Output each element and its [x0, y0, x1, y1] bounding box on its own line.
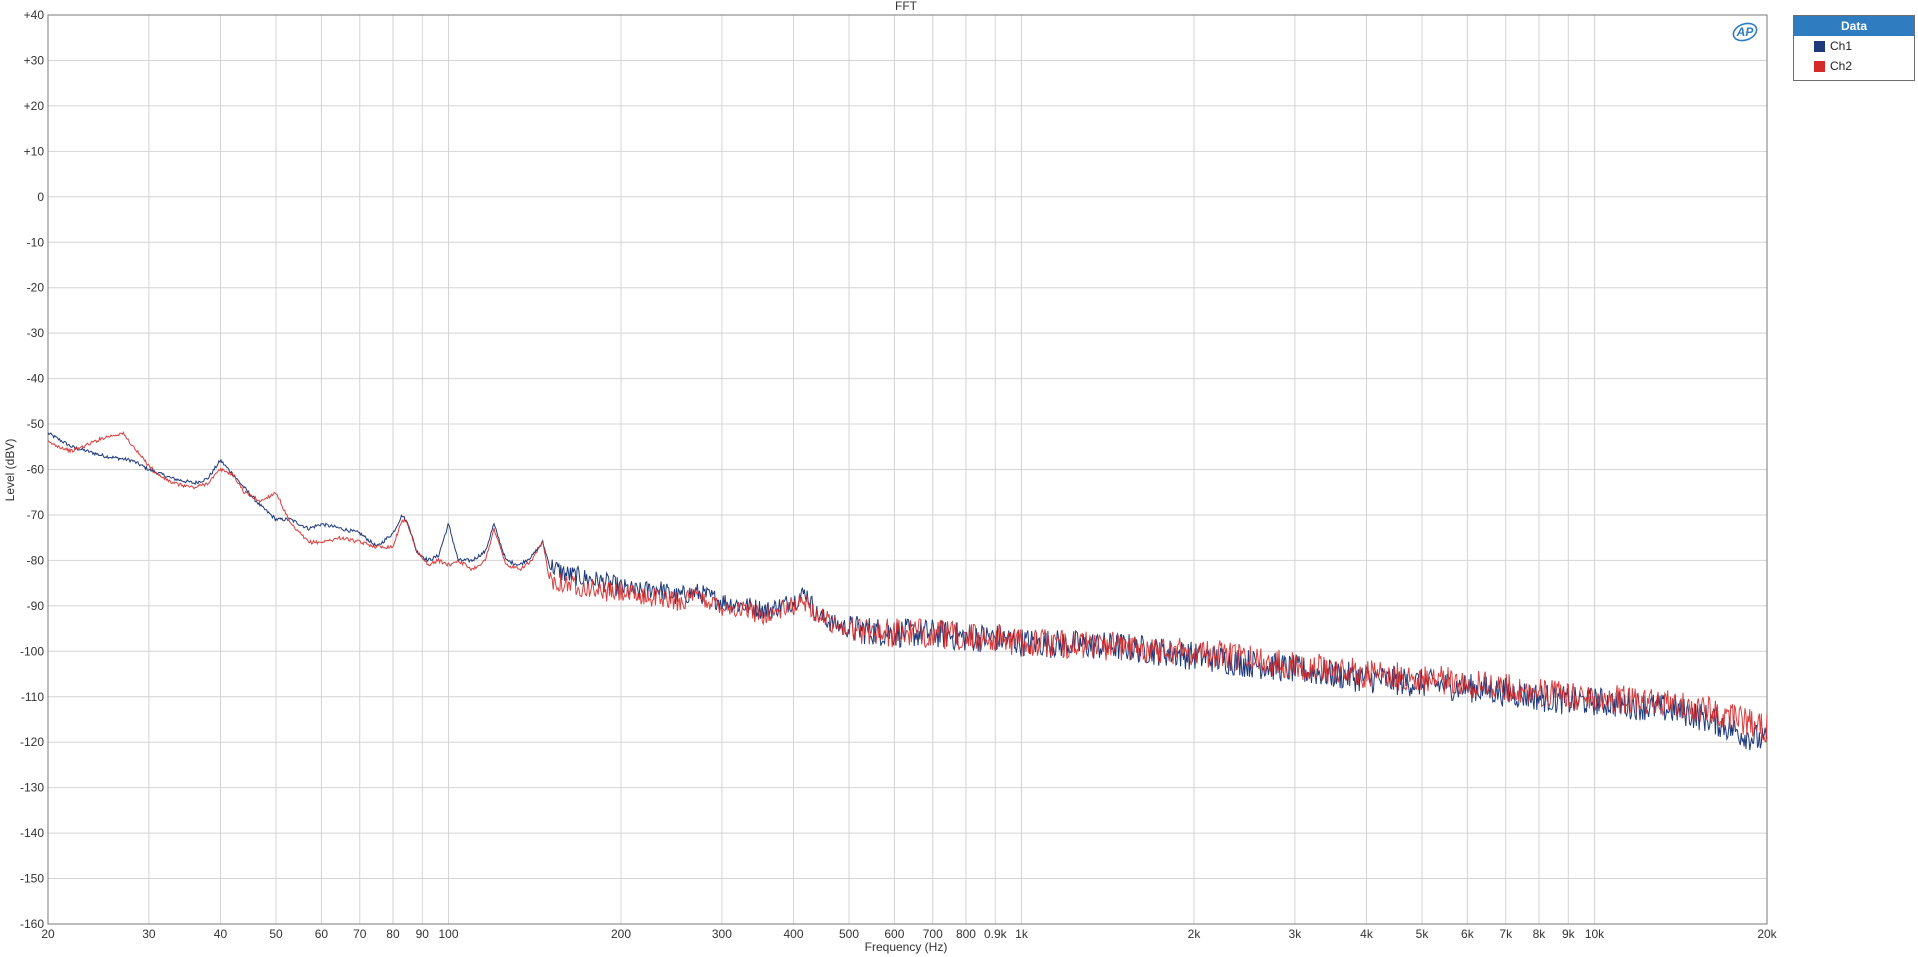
- y-tick-label: -80: [27, 553, 45, 567]
- y-tick-label: -120: [20, 735, 44, 749]
- x-tick-label: 1k: [1015, 927, 1029, 941]
- legend-swatch-ch1: [1814, 40, 1825, 52]
- legend-label-ch2: Ch2: [1830, 59, 1853, 73]
- x-tick-label: 300: [712, 927, 732, 941]
- y-tick-label: -20: [27, 281, 45, 295]
- x-tick-label: 800: [956, 927, 976, 941]
- x-tick-label: 600: [884, 927, 904, 941]
- series-layer: [47, 431, 1768, 751]
- y-tick-label: -30: [27, 326, 45, 340]
- series-line-ch1: [47, 432, 1768, 751]
- ap-logo: AP: [1732, 22, 1758, 42]
- x-axis-ticks: 20 30 40 50 60 70 80 90 100 200 300 400 500 600 700 800…: [41, 927, 1777, 941]
- x-tick-label: 90: [416, 927, 430, 941]
- y-tick-label: -110: [21, 690, 44, 704]
- legend-title: Data: [1794, 16, 1914, 36]
- legend-item-ch2[interactable]: Ch2: [1794, 56, 1914, 76]
- x-tick-label: 6k: [1461, 927, 1475, 941]
- fft-chart: FFT 20 30 40 50 60 70 80 90 100 200 300 400 500 600 70…: [3, 0, 1778, 954]
- y-tick-label: -70: [27, 508, 45, 522]
- x-tick-label: 70: [353, 927, 367, 941]
- y-tick-label: +30: [24, 53, 45, 67]
- legend: Data Ch1 Ch2: [1793, 15, 1915, 81]
- y-tick-label: -40: [27, 372, 45, 386]
- x-tick-label: 4k: [1360, 927, 1374, 941]
- y-tick-label: 0: [37, 190, 44, 204]
- y-tick-label: -150: [20, 872, 44, 886]
- ap-logo-text: AP: [1736, 25, 1755, 39]
- x-axis-title: Frequency (Hz): [865, 940, 948, 954]
- x-tick-label: 40: [214, 927, 228, 941]
- x-tick-label: 30: [142, 927, 156, 941]
- y-tick-label: -140: [20, 826, 44, 840]
- y-tick-label: -160: [20, 917, 44, 931]
- x-tick-label: 10k: [1585, 927, 1605, 941]
- legend-item-ch1[interactable]: Ch1: [1794, 36, 1914, 56]
- x-tick-label: 8k: [1533, 927, 1547, 941]
- x-tick-label: 9k: [1562, 927, 1576, 941]
- y-axis-title: Level (dBV): [3, 439, 17, 502]
- x-tick-label: 20k: [1757, 927, 1777, 941]
- x-tick-label: 500: [839, 927, 859, 941]
- y-tick-label: +10: [24, 144, 45, 158]
- x-tick-label: 5k: [1416, 927, 1430, 941]
- x-tick-label: 50: [269, 927, 283, 941]
- y-tick-label: -90: [27, 599, 45, 613]
- y-axis-ticks: +40 +30 +20 +10 0 -10 -20 -30 -40 -50 -60 -70 -80 -90…: [20, 8, 44, 931]
- y-tick-label: -50: [27, 417, 45, 431]
- legend-swatch-ch2: [1814, 60, 1825, 72]
- x-tick-label: 7k: [1499, 927, 1513, 941]
- y-tick-label: -130: [20, 781, 44, 795]
- y-tick-label: +40: [24, 8, 45, 22]
- x-tick-label: 2k: [1188, 927, 1202, 941]
- legend-label-ch1: Ch1: [1830, 39, 1853, 53]
- x-tick-label: 400: [783, 927, 803, 941]
- plot-grid: [47, 14, 1768, 925]
- x-tick-label: 3k: [1289, 927, 1303, 941]
- x-tick-label: 200: [611, 927, 631, 941]
- x-tick-label: 100: [438, 927, 458, 941]
- y-tick-label: +20: [24, 99, 45, 113]
- x-tick-label: 80: [386, 927, 400, 941]
- y-tick-label: -100: [20, 644, 44, 658]
- chart-title: FFT: [895, 0, 918, 13]
- x-tick-label: 700: [923, 927, 943, 941]
- x-tick-label: 0.9k: [984, 927, 1008, 941]
- y-tick-label: -10: [27, 235, 45, 249]
- x-tick-label: 60: [315, 927, 329, 941]
- y-tick-label: -60: [27, 463, 45, 477]
